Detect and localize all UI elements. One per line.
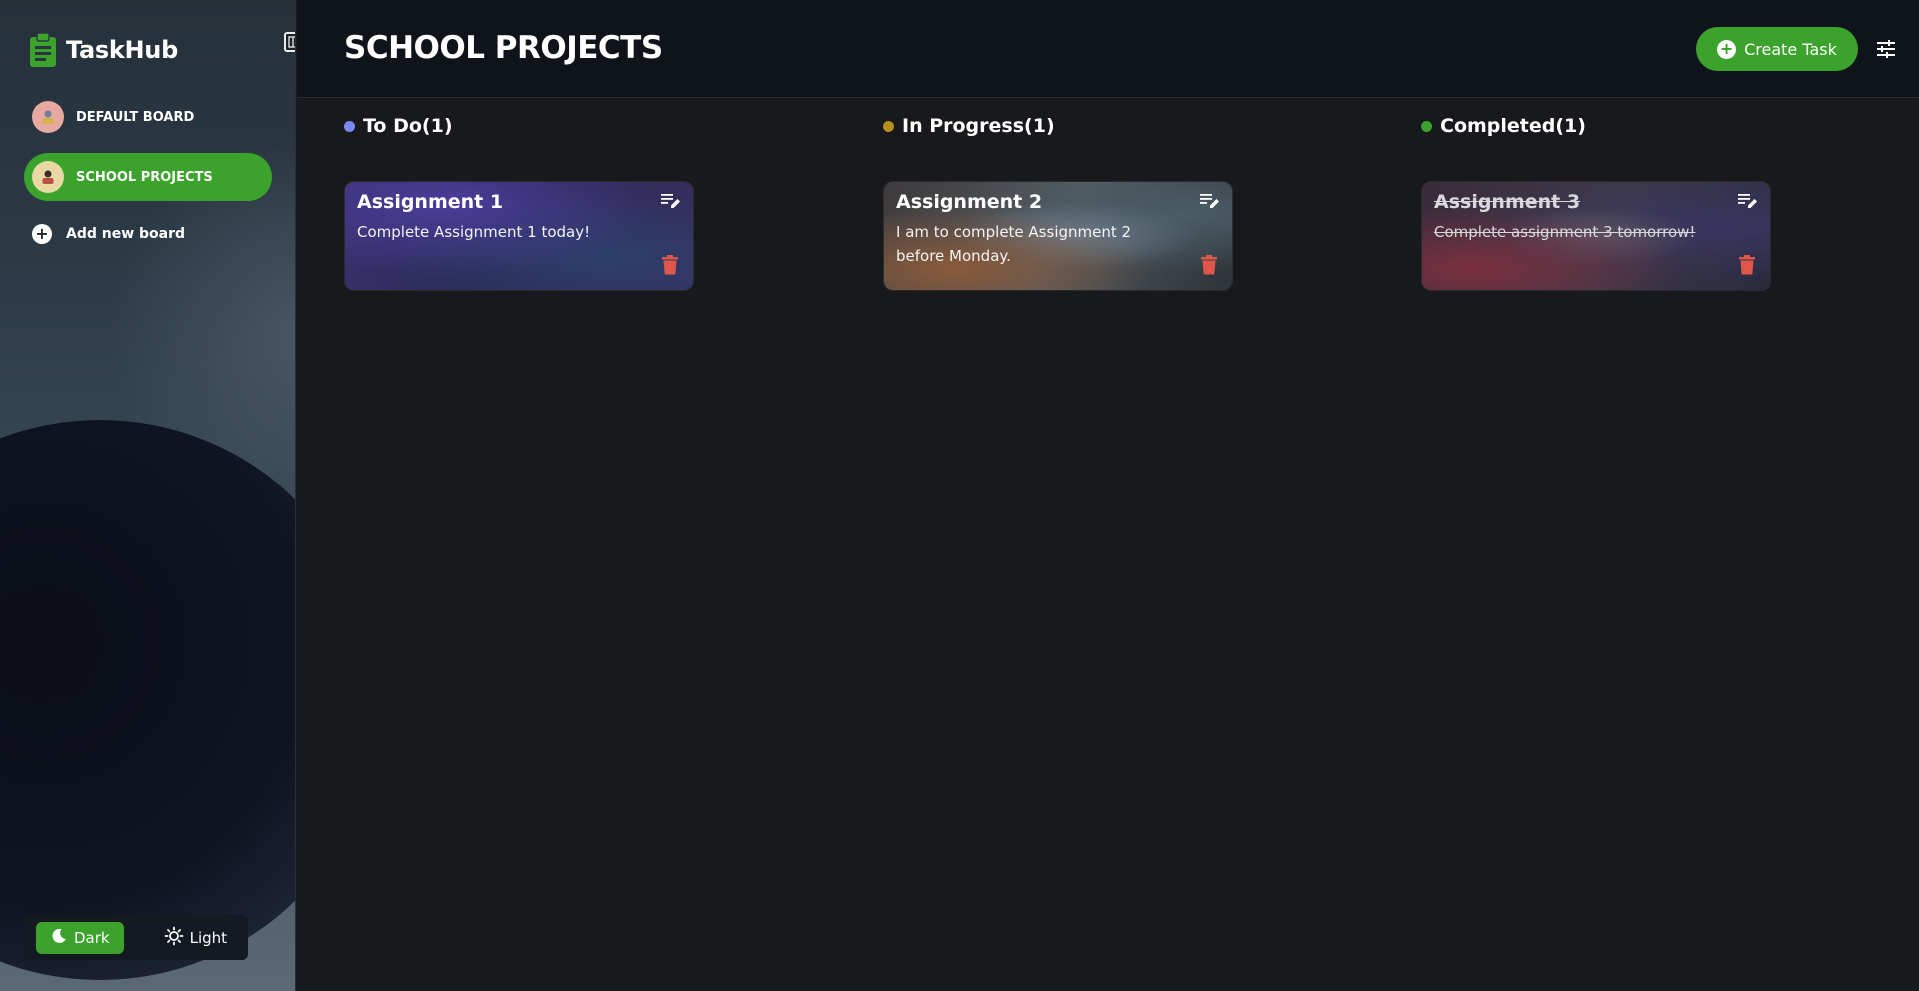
task-title: Assignment 3 xyxy=(1434,191,1581,213)
avatar xyxy=(32,101,64,133)
settings-sliders-button[interactable] xyxy=(1875,38,1897,60)
task-card[interactable]: Assignment 3 Complete assignment 3 tomor… xyxy=(1421,181,1771,291)
light-theme-label: Light xyxy=(189,928,228,947)
dark-theme-button[interactable]: Dark xyxy=(36,921,124,954)
top-bar: SCHOOL PROJECTS + Create Task xyxy=(297,0,1919,98)
task-description: Complete Assignment 1 today! xyxy=(357,223,591,241)
sliders-icon xyxy=(1875,40,1897,64)
column-title: To Do(1) xyxy=(363,115,453,137)
avatar xyxy=(32,161,64,193)
light-theme-button[interactable]: Light xyxy=(150,922,241,954)
page-title: SCHOOL PROJECTS xyxy=(344,30,663,66)
column-todo: To Do(1) Assignment 1 Complete Assignmen… xyxy=(344,112,696,291)
theme-toggle: Dark Light xyxy=(24,915,248,960)
delete-icon[interactable] xyxy=(1739,255,1755,275)
task-card[interactable]: Assignment 1 Complete Assignment 1 today… xyxy=(344,181,694,291)
column-in-progress: In Progress(1) Assignment 2 I am to comp… xyxy=(883,112,1235,291)
column-title: In Progress(1) xyxy=(902,115,1055,137)
task-title: Assignment 2 xyxy=(896,191,1043,213)
column-header: In Progress(1) xyxy=(883,112,1235,140)
sidebar-item-label: DEFAULT BOARD xyxy=(76,109,195,125)
edit-icon[interactable] xyxy=(1200,192,1220,210)
task-description: Complete assignment 3 tomorrow! xyxy=(1434,223,1696,241)
task-card[interactable]: Assignment 2 I am to complete Assignment… xyxy=(883,181,1233,291)
app-name: TaskHub xyxy=(66,36,178,64)
column-header: To Do(1) xyxy=(344,112,696,140)
status-dot xyxy=(1421,120,1432,132)
sidebar-item-label: SCHOOL PROJECTS xyxy=(76,169,213,185)
delete-icon[interactable] xyxy=(1201,255,1217,275)
task-description: I am to complete Assignment 2 before Mon… xyxy=(896,223,1132,265)
collapse-sidebar-button[interactable] xyxy=(284,32,295,52)
status-dot xyxy=(344,120,355,132)
sidebar-collapse-icon xyxy=(288,33,295,52)
app-logo[interactable]: TaskHub xyxy=(28,32,178,67)
add-board-label: Add new board xyxy=(66,226,186,242)
delete-icon[interactable] xyxy=(662,255,678,275)
sidebar-decoration xyxy=(0,420,295,980)
sidebar-item-default-board[interactable]: DEFAULT BOARD xyxy=(24,93,272,141)
plus-icon: + xyxy=(1717,39,1737,59)
task-title: Assignment 1 xyxy=(357,191,504,213)
column-completed: Completed(1) Assignment 3 Complete assig… xyxy=(1421,112,1773,291)
add-new-board-button[interactable]: + Add new board xyxy=(32,224,185,244)
create-task-button[interactable]: + Create Task xyxy=(1696,27,1858,71)
clipboard-icon xyxy=(28,32,58,67)
sidebar-item-school-projects[interactable]: SCHOOL PROJECTS xyxy=(24,153,272,201)
edit-icon[interactable] xyxy=(661,192,681,210)
column-title: Completed(1) xyxy=(1440,115,1586,137)
status-dot xyxy=(883,120,894,132)
column-header: Completed(1) xyxy=(1421,112,1773,140)
plus-icon: + xyxy=(32,224,52,244)
create-task-label: Create Task xyxy=(1744,39,1837,59)
dark-theme-label: Dark xyxy=(74,928,110,947)
moon-icon xyxy=(50,927,68,949)
sun-icon xyxy=(164,926,184,950)
edit-icon[interactable] xyxy=(1738,192,1758,210)
sidebar: TaskHub DEFAULT BOARD SCHOOL PROJECTS + … xyxy=(0,0,296,991)
